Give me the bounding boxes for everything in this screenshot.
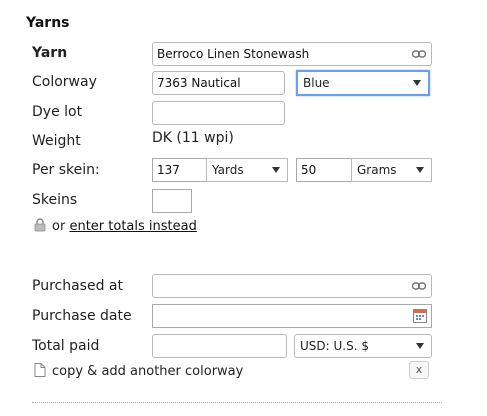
weight-label: Weight	[32, 133, 81, 149]
chevron-down-icon	[409, 159, 431, 181]
totals-prefix: or	[52, 219, 66, 234]
dye-lot-label: Dye lot	[32, 104, 83, 120]
section-title: Yarns	[26, 15, 70, 31]
weight-value: DK (11 wpi)	[152, 130, 234, 146]
chevron-down-icon	[406, 72, 428, 94]
lock-icon	[34, 218, 46, 232]
skein-mass-input[interactable]: 50	[296, 158, 352, 182]
length-unit-select[interactable]: Yards	[206, 158, 288, 182]
link-icon[interactable]	[412, 281, 426, 291]
yarn-value: Berroco Linen Stonewash	[157, 47, 310, 61]
colorway-input[interactable]: 7363 Nautical	[152, 71, 285, 95]
currency-select[interactable]: USD: U.S. $	[294, 334, 432, 358]
enter-totals-link[interactable]: enter totals instead	[69, 219, 196, 234]
length-unit-value: Yards	[212, 163, 244, 177]
link-icon[interactable]	[412, 49, 426, 59]
color-family-value: Blue	[303, 76, 330, 90]
purchased-at-label: Purchased at	[32, 278, 123, 294]
color-family-select[interactable]: Blue	[296, 70, 430, 96]
section-divider	[32, 402, 442, 403]
chevron-down-icon	[409, 335, 431, 357]
skein-length-input[interactable]: 137	[152, 158, 207, 182]
yarn-label: Yarn	[32, 45, 68, 61]
total-paid-input[interactable]	[152, 334, 287, 358]
yarn-input[interactable]: Berroco Linen Stonewash	[152, 42, 432, 66]
total-paid-label: Total paid	[32, 338, 100, 354]
purchase-date-input[interactable]	[152, 304, 432, 328]
per-skein-label: Per skein:	[32, 162, 100, 178]
mass-unit-select[interactable]: Grams	[351, 158, 432, 182]
currency-value: USD: U.S. $	[300, 339, 369, 353]
skein-mass-value: 50	[301, 163, 317, 177]
dye-lot-input[interactable]	[152, 101, 285, 125]
chevron-down-icon	[265, 159, 287, 181]
mass-unit-value: Grams	[357, 163, 397, 177]
copy-icon[interactable]	[34, 363, 46, 377]
skeins-input[interactable]	[152, 189, 192, 213]
skein-length-value: 137	[157, 163, 180, 177]
close-button[interactable]: x	[409, 361, 429, 379]
copy-colorway-link[interactable]: copy & add another colorway	[52, 364, 243, 379]
skeins-label: Skeins	[32, 192, 78, 208]
colorway-value: 7363 Nautical	[157, 76, 241, 90]
calendar-icon[interactable]	[413, 309, 427, 323]
purchase-date-label: Purchase date	[32, 308, 132, 324]
colorway-label: Colorway	[32, 74, 97, 90]
purchased-at-input[interactable]	[152, 274, 432, 298]
